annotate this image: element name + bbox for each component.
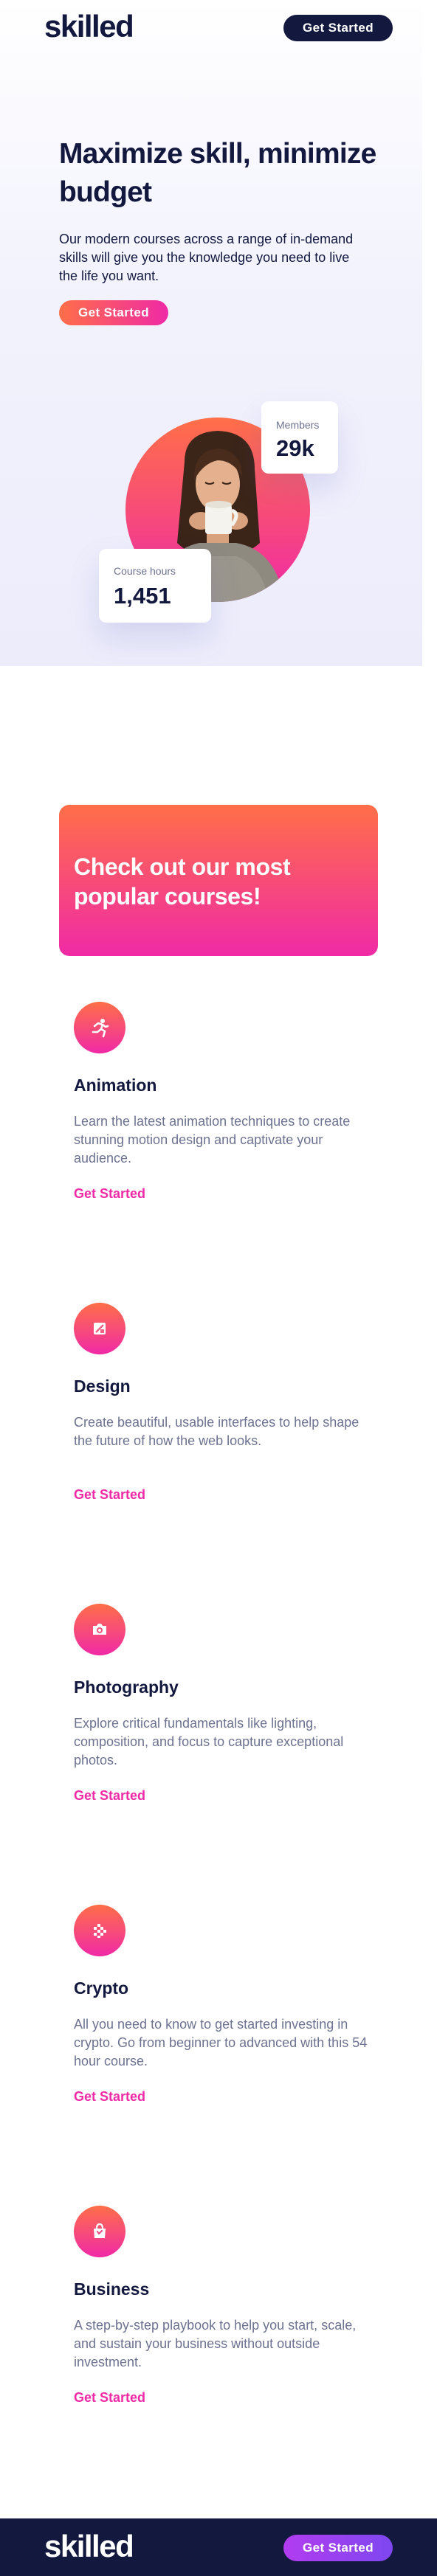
members-stat-card: Members 29k: [261, 401, 338, 474]
members-value: 29k: [276, 435, 314, 461]
course-icon-wrap: [74, 1604, 125, 1655]
course-hours-value: 1,451: [114, 583, 171, 609]
hero-title: Maximize skill, minimize budget: [59, 138, 376, 208]
site-footer: skilled Get Started: [0, 2518, 437, 2576]
course-description: All you need to know to get started inve…: [74, 2017, 368, 2068]
course-description: Create beautiful, usable interfaces to h…: [74, 1415, 359, 1448]
course-get-started-link[interactable]: Get Started: [74, 1487, 145, 1503]
popular-courses-banner: Check out our most popular courses!: [59, 805, 378, 956]
course-get-started-link[interactable]: Get Started: [74, 2089, 145, 2105]
course-icon-wrap: [74, 1303, 125, 1354]
hero-description: Our modern courses across a range of in-…: [59, 232, 354, 283]
hero-get-started-button[interactable]: Get Started: [59, 300, 168, 325]
course-get-started-link[interactable]: Get Started: [74, 2390, 145, 2406]
course-icon-wrap: [74, 1905, 125, 1956]
running-figure-icon: [92, 1019, 109, 1038]
course-icon-wrap: [74, 1002, 125, 1053]
course-card-crypto: Crypto All you need to know to get start…: [59, 1905, 378, 2156]
course-description: A step-by-step playbook to help you star…: [74, 2318, 357, 2369]
course-card-business: Business A step-by-step playbook to help…: [59, 2206, 378, 2456]
popular-courses-title: Check out our most popular courses!: [74, 854, 291, 910]
design-frame-icon: [94, 1323, 106, 1334]
course-description: Learn the latest animation techniques to…: [74, 1114, 351, 1166]
course-icon-wrap: [74, 2206, 125, 2257]
course-title: Design: [74, 1377, 131, 1396]
course-title: Business: [74, 2279, 150, 2299]
course-get-started-link[interactable]: Get Started: [74, 1788, 145, 1804]
crypto-grid-icon: [94, 1924, 106, 1938]
footer-logo[interactable]: skilled: [44, 2529, 134, 2564]
course-hours-stat-card: Course hours 1,451: [99, 549, 211, 623]
site-header: skilled Get Started: [0, 0, 437, 56]
shopping-bag-icon: [94, 2223, 106, 2238]
course-title: Photography: [74, 1677, 179, 1697]
course-card-animation: Animation Learn the latest animation tec…: [59, 1002, 378, 1253]
hero-section: Maximize skill, minimize budget Our mode…: [0, 0, 422, 666]
header-get-started-button[interactable]: Get Started: [283, 15, 393, 41]
members-label: Members: [276, 419, 320, 431]
course-title: Animation: [74, 1076, 157, 1095]
course-get-started-link[interactable]: Get Started: [74, 1186, 145, 1202]
course-card-design: Design Create beautiful, usable interfac…: [59, 1303, 378, 1554]
course-card-photography: Photography Explore critical fundamental…: [59, 1604, 378, 1855]
header-logo[interactable]: skilled: [44, 9, 134, 44]
footer-get-started-button[interactable]: Get Started: [283, 2535, 393, 2561]
camera-icon: [93, 1624, 106, 1635]
course-description: Explore critical fundamentals like light…: [74, 1716, 344, 1767]
course-title: Crypto: [74, 1978, 129, 1998]
course-hours-label: Course hours: [114, 565, 176, 577]
